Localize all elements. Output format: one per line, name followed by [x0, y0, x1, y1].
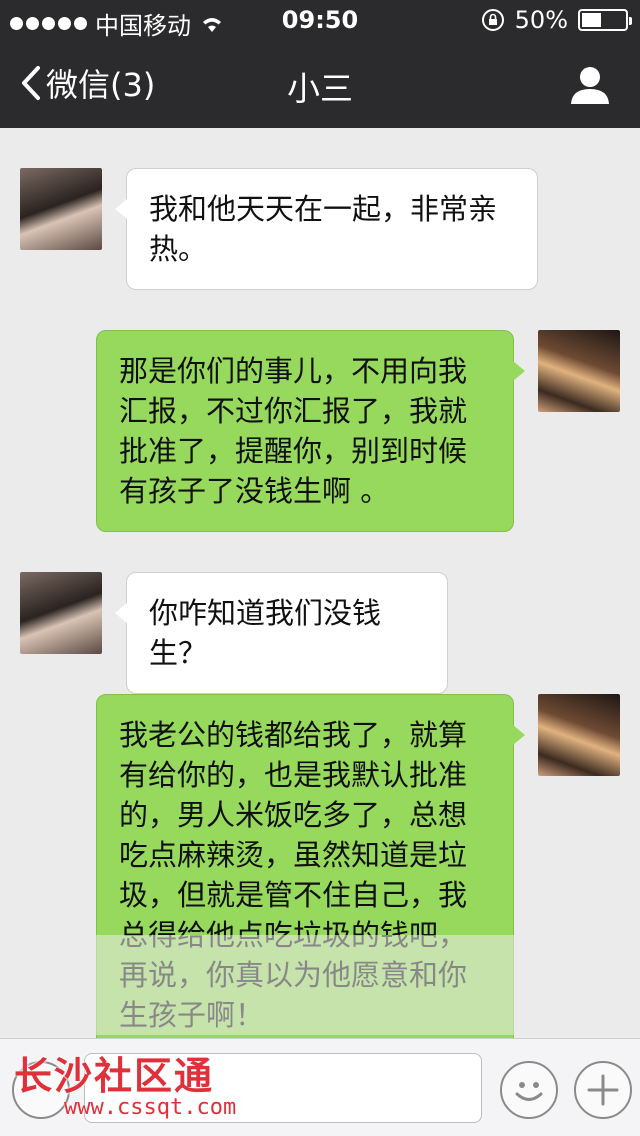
chat-title: 小三 [287, 69, 353, 108]
screen-haze-overlay [0, 935, 640, 1035]
message-list: 我和他天天在一起，非常亲热。 那是你们的事儿，不用向我汇报，不过你汇报了，我就批… [0, 128, 640, 1038]
contact-avatar[interactable] [20, 168, 102, 250]
contact-profile-icon[interactable] [570, 64, 610, 104]
site-watermark: 长沙社区通 www.cssqt.com [14, 1056, 236, 1120]
nav-bar: 微信(3) 小三 [0, 40, 640, 128]
battery-icon [578, 9, 632, 31]
outgoing-message-bubble[interactable]: 那是你们的事儿，不用向我汇报，不过你汇报了，我就批准了，提醒你，别到时候有孩子了… [96, 330, 525, 532]
my-avatar[interactable] [538, 330, 620, 412]
watermark-title: 长沙社区通 [14, 1054, 215, 1098]
status-bar: 中国移动 09:50 50% [0, 0, 640, 40]
contact-avatar[interactable] [20, 572, 102, 654]
incoming-message-bubble[interactable]: 我和他天天在一起，非常亲热。 [115, 168, 538, 290]
my-avatar[interactable] [538, 694, 620, 776]
incoming-message-bubble[interactable]: 你咋知道我们没钱生？ [115, 572, 448, 694]
battery-percent: 50% [514, 6, 568, 34]
emoji-button[interactable] [500, 1061, 558, 1119]
battery-level-fill [582, 13, 601, 27]
watermark-url: www.cssqt.com [64, 1095, 237, 1120]
plus-icon [587, 1074, 619, 1106]
more-options-button[interactable] [574, 1061, 632, 1119]
orientation-lock-icon [481, 9, 504, 31]
smiley-icon [515, 1082, 543, 1101]
